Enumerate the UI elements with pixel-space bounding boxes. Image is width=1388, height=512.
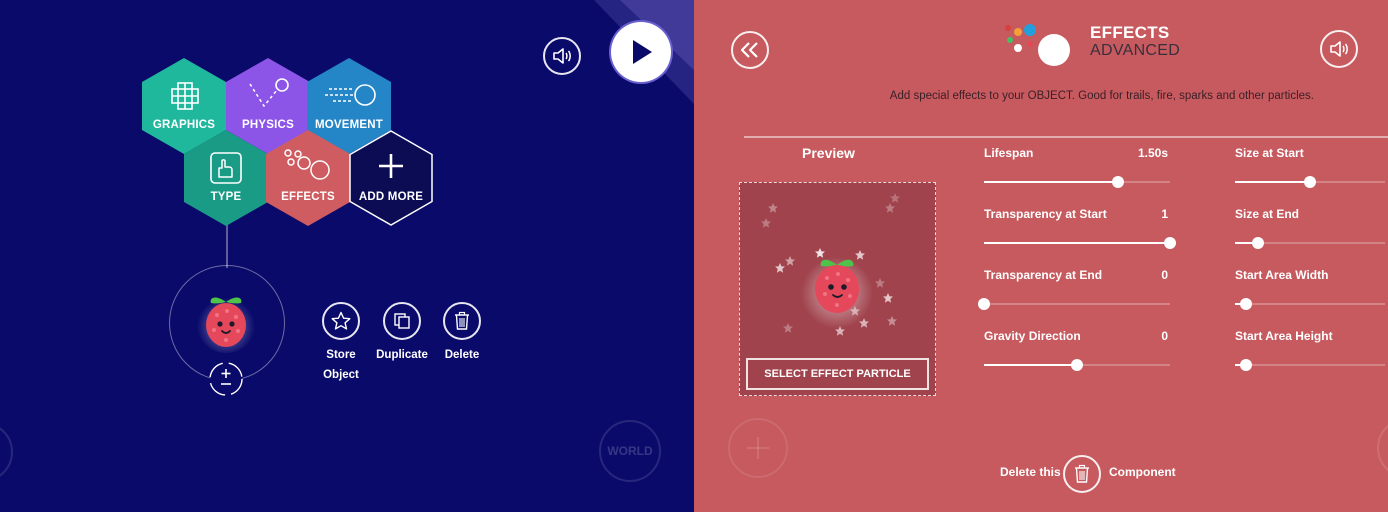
select-effect-particle-label: SELECT EFFECT PARTICLE bbox=[764, 368, 911, 380]
speaker-icon bbox=[1330, 41, 1348, 57]
hex-label-add-more: ADD MORE bbox=[358, 191, 424, 203]
bounce-icon bbox=[249, 78, 289, 108]
slider-fill-transparency_start bbox=[984, 242, 1170, 244]
duplicate-label: Duplicate bbox=[376, 349, 428, 361]
effects-logo-icon bbox=[1005, 24, 1070, 66]
world-label: WORLD bbox=[607, 444, 653, 458]
panel-description: Add special effects to your OBJECT. Good… bbox=[889, 90, 1314, 102]
hand-icon bbox=[210, 152, 242, 184]
delete-component-button[interactable] bbox=[1063, 455, 1101, 493]
slider-knob-gravity[interactable] bbox=[1071, 359, 1083, 371]
slider-knob-lifespan[interactable] bbox=[1111, 176, 1124, 188]
slider-label-area_height: Start Area Height bbox=[1235, 329, 1333, 343]
raspberry-character bbox=[197, 295, 255, 353]
particle-stars bbox=[761, 193, 900, 336]
hex-label-type: TYPE bbox=[210, 191, 242, 203]
slider-size_end[interactable] bbox=[1235, 237, 1385, 249]
slider-lifespan[interactable] bbox=[984, 176, 1170, 188]
duplicate-button[interactable] bbox=[383, 302, 421, 340]
trash-icon bbox=[1075, 464, 1089, 483]
hex-type[interactable]: TYPE bbox=[184, 130, 268, 226]
slider-knob-area_width[interactable] bbox=[1239, 298, 1252, 310]
rotate-icon bbox=[209, 362, 243, 396]
preview-title: Preview bbox=[802, 145, 855, 161]
slider-label-gravity: Gravity Direction bbox=[984, 329, 1081, 343]
slider-label-size_end: Size at End bbox=[1235, 207, 1300, 221]
grid-icon bbox=[171, 82, 199, 110]
slider-value-transparency_start: 1 bbox=[1161, 207, 1168, 221]
select-effect-particle-button[interactable]: SELECT EFFECT PARTICLE bbox=[746, 358, 929, 390]
slider-gravity[interactable] bbox=[984, 359, 1170, 371]
store-object-button[interactable] bbox=[322, 302, 360, 340]
sound-button-right[interactable] bbox=[1320, 30, 1358, 68]
slider-knob-area_height[interactable] bbox=[1239, 359, 1252, 371]
hex-label-effects: EFFECTS bbox=[281, 191, 335, 203]
slider-knob-size_end[interactable] bbox=[1251, 237, 1264, 249]
plus-icon bbox=[379, 154, 403, 178]
slider-label-lifespan: Lifespan bbox=[984, 146, 1034, 160]
slider-label-size_start: Size at Start bbox=[1235, 146, 1304, 160]
slider-knob-transparency_start[interactable] bbox=[1164, 237, 1176, 249]
hex-effects[interactable]: EFFECTS bbox=[266, 130, 350, 226]
duplicate-icon bbox=[394, 313, 410, 329]
slider-value-gravity: 0 bbox=[1161, 329, 1168, 343]
slider-knob-transparency_end[interactable] bbox=[978, 298, 990, 310]
play-button[interactable] bbox=[611, 22, 671, 82]
delete-component-label-right: Component bbox=[1109, 465, 1176, 479]
double-chevron-left-icon bbox=[740, 42, 758, 58]
slider-transparency_start[interactable] bbox=[984, 237, 1176, 249]
back-button[interactable] bbox=[731, 31, 769, 69]
sound-button[interactable] bbox=[543, 37, 581, 75]
slider-transparency_end[interactable] bbox=[978, 298, 1170, 310]
bubbles-icon bbox=[284, 149, 330, 180]
trash-icon bbox=[455, 311, 469, 330]
object-editor-panel: GRAPHICS PHYSICS MOVEMENT TYPE EFFECTS A… bbox=[0, 0, 694, 512]
connector-line bbox=[226, 224, 228, 268]
effects-advanced-panel: EFFECTS ADVANCED Add special effects to … bbox=[694, 0, 1388, 512]
panel-subtitle: ADVANCED bbox=[1090, 42, 1181, 59]
slider-knob-size_start[interactable] bbox=[1304, 176, 1316, 188]
slider-fill-lifespan bbox=[984, 181, 1118, 183]
delete-button[interactable] bbox=[443, 302, 481, 340]
slider-value-lifespan: 1.50s bbox=[1137, 146, 1168, 160]
slider-fill-size_start bbox=[1235, 181, 1310, 183]
star-icon bbox=[331, 311, 351, 330]
hex-add-more[interactable]: ADD MORE bbox=[349, 130, 433, 226]
slider-value-transparency_end: 0 bbox=[1161, 268, 1168, 282]
slider-fill-gravity bbox=[984, 364, 1077, 366]
slider-area_width[interactable] bbox=[1235, 298, 1385, 310]
header-divider bbox=[744, 136, 1388, 138]
slider-label-transparency_start: Transparency at Start bbox=[984, 207, 1107, 221]
slider-size_start[interactable] bbox=[1235, 176, 1385, 188]
transform-handle[interactable] bbox=[207, 360, 245, 398]
slider-area_height[interactable] bbox=[1235, 359, 1385, 371]
delete-component-label-left: Delete this bbox=[1000, 465, 1061, 479]
world-button[interactable]: WORLD bbox=[599, 420, 661, 482]
speaker-icon bbox=[553, 48, 571, 64]
play-icon bbox=[633, 40, 652, 64]
plus-icon bbox=[747, 437, 769, 459]
slider-label-transparency_end: Transparency at End bbox=[984, 268, 1103, 282]
add-component-button[interactable] bbox=[728, 418, 788, 478]
motion-icon bbox=[325, 84, 376, 106]
slider-label-area_width: Start Area Width bbox=[1235, 268, 1329, 282]
left-edge-button[interactable] bbox=[0, 422, 13, 482]
store-object-label: Store Object bbox=[323, 349, 359, 381]
delete-label: Delete bbox=[444, 349, 480, 361]
panel-title: EFFECTS bbox=[1090, 23, 1170, 42]
right-edge-button[interactable] bbox=[1377, 418, 1388, 478]
